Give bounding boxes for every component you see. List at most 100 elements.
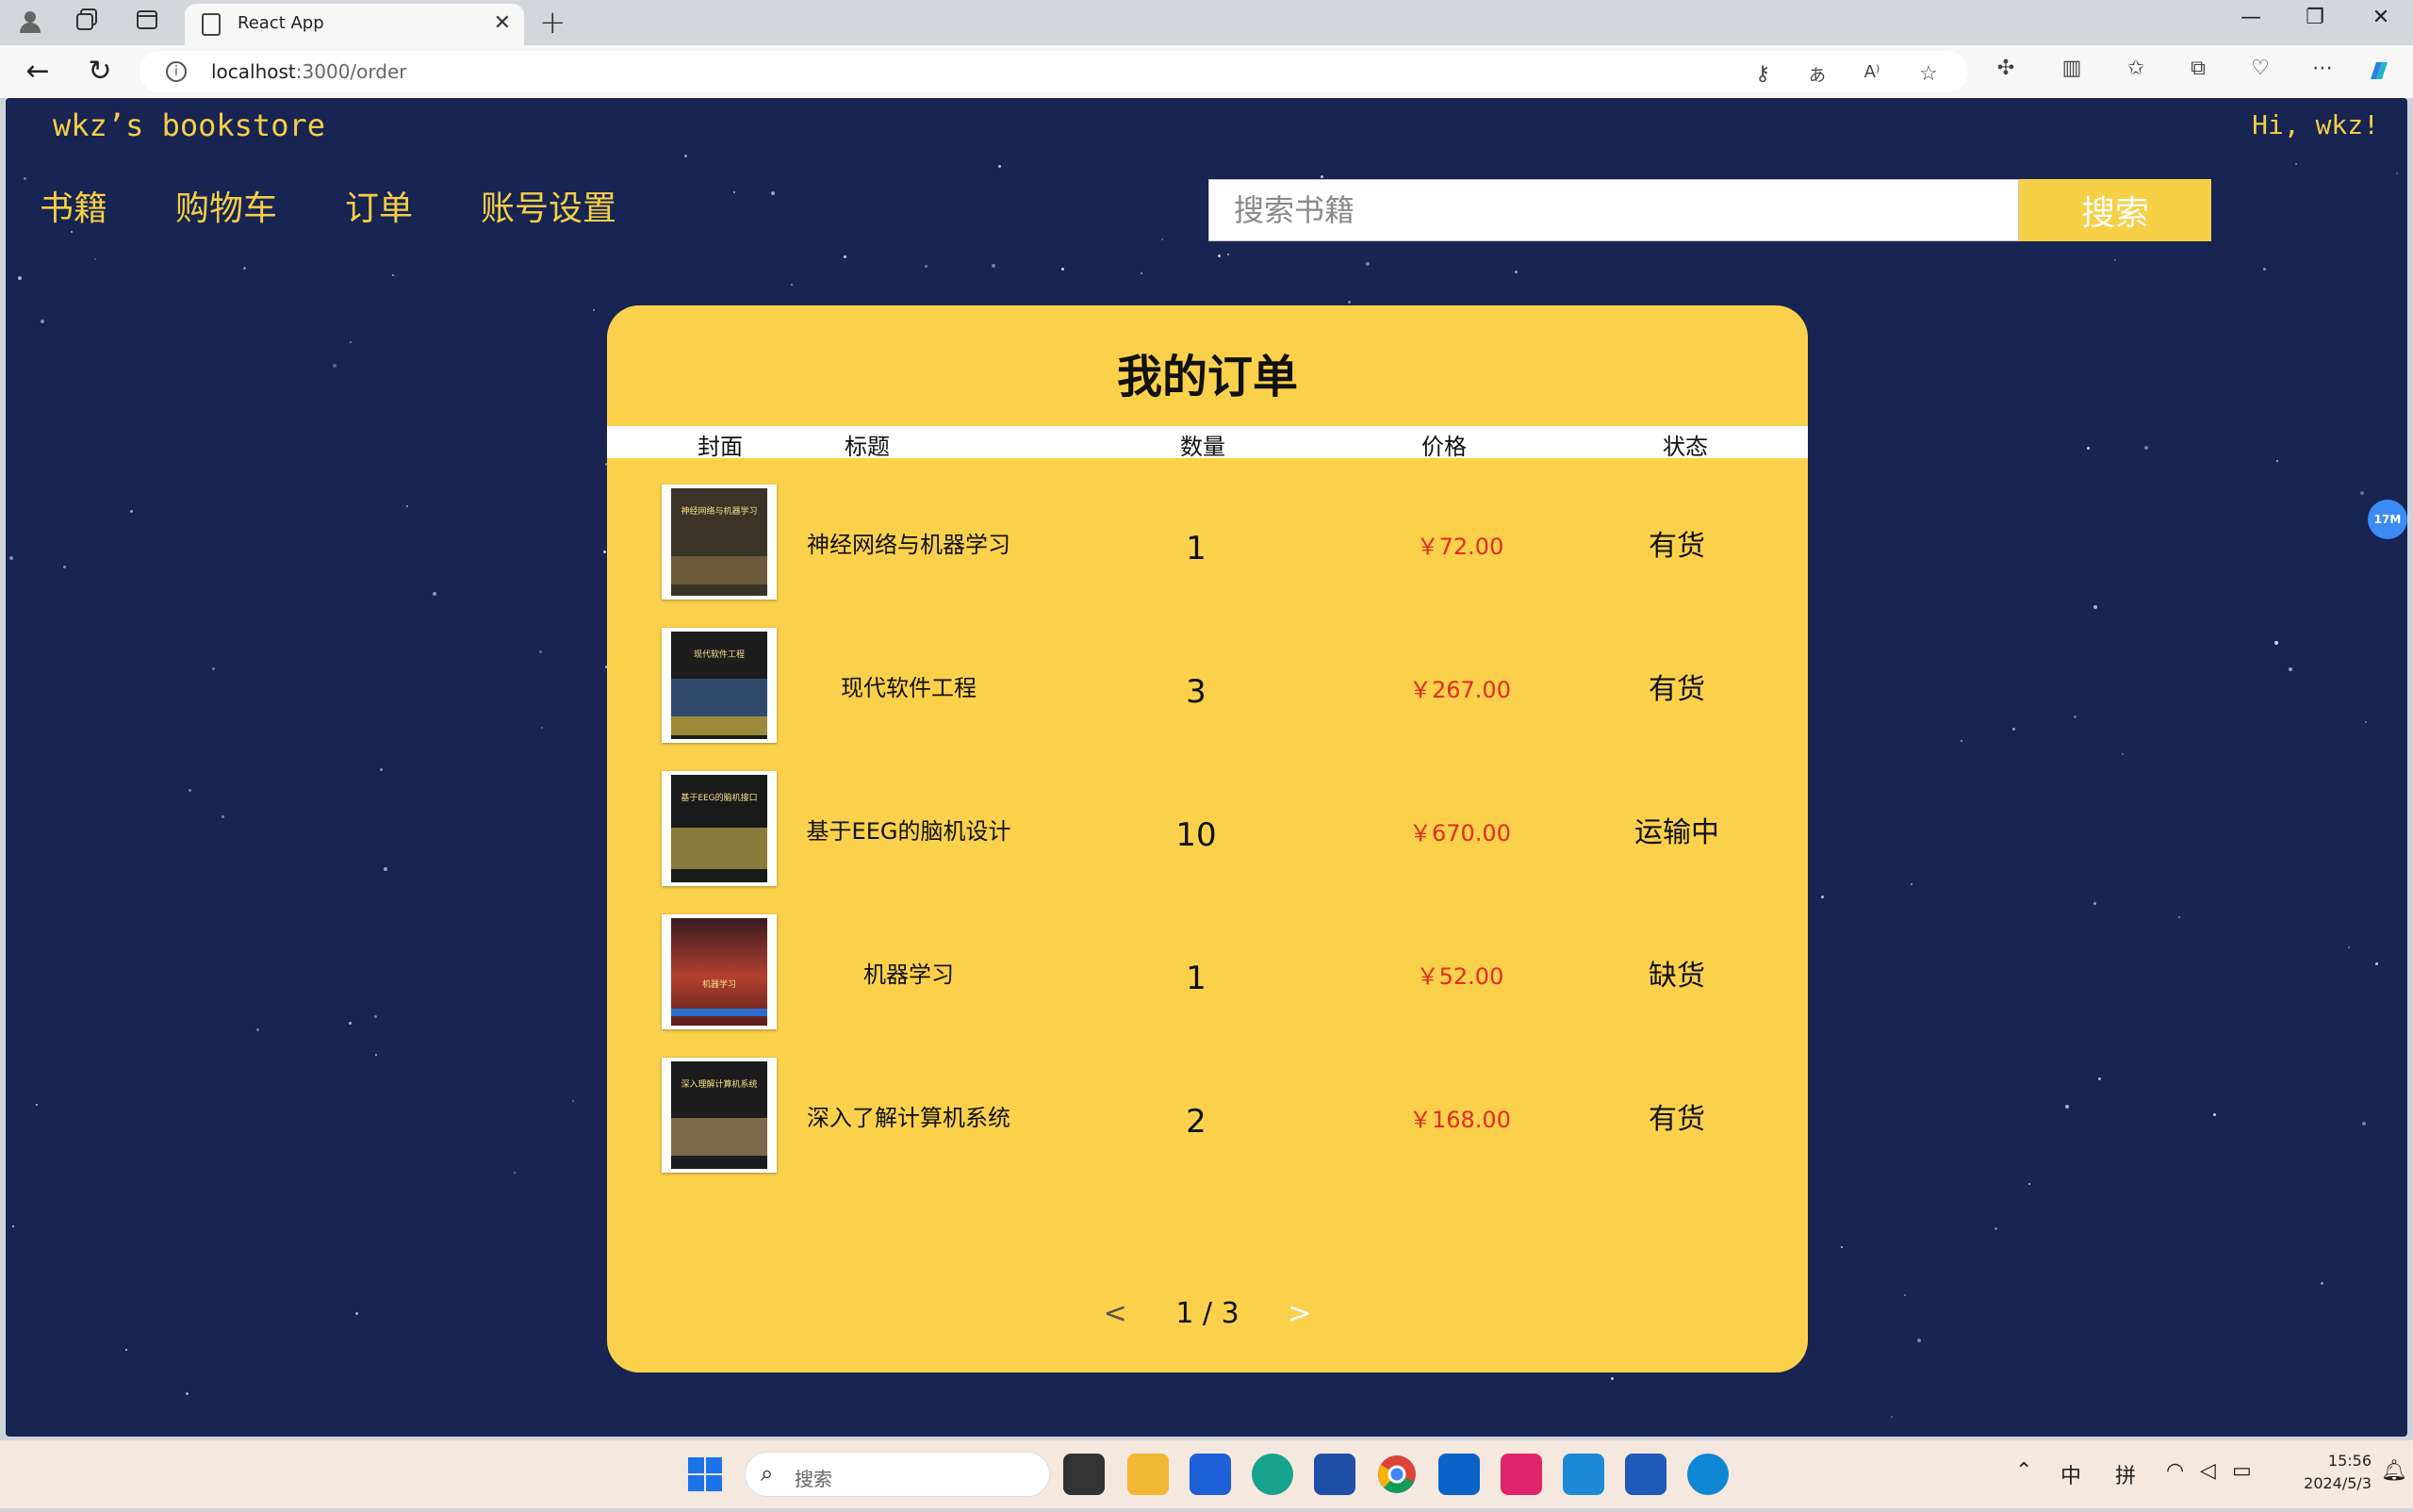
star — [2178, 916, 2180, 918]
book-title[interactable]: 深入了解计算机系统 — [786, 1099, 1031, 1132]
address-bar[interactable]: i localhost:3000/order ⚷ あ A⁾ ☆ — [140, 51, 1968, 92]
star — [2289, 667, 2292, 671]
back-icon[interactable]: ← — [19, 55, 57, 88]
page-indicator: 1 / 3 — [1175, 1297, 1239, 1330]
chrome-icon[interactable] — [1376, 1454, 1418, 1495]
status: 有货 — [1649, 1103, 1705, 1136]
star — [2276, 460, 2278, 462]
new-tab-icon[interactable]: + — [539, 4, 566, 41]
notification-bell-icon[interactable]: 🔔︎ — [2381, 1459, 2407, 1483]
book-title[interactable]: 基于EEG的脑机设计 — [786, 813, 1031, 846]
book-cover[interactable]: 现代软件工程 — [662, 628, 777, 743]
wifi-icon[interactable]: ◠ — [2166, 1459, 2184, 1483]
book-search-input[interactable] — [1208, 179, 2019, 241]
browser-tab-active[interactable]: React App ✕ — [185, 4, 524, 45]
favorites-icon[interactable]: ✩ — [2121, 57, 2151, 80]
more-menu-icon[interactable]: ⋯ — [2307, 57, 2338, 80]
copilot-icon[interactable] — [2364, 57, 2394, 90]
star — [2362, 1122, 2366, 1126]
webstorm-icon[interactable] — [1563, 1454, 1604, 1495]
star — [94, 258, 96, 260]
order-row: 神经网络与机器学习 神经网络与机器学习 1 ￥72.00 有货 — [607, 485, 1808, 628]
star — [2098, 1077, 2101, 1080]
star — [1821, 896, 1824, 898]
ime-language[interactable]: 中 — [2060, 1459, 2081, 1489]
password-key-icon[interactable]: ⚷ — [1748, 62, 1778, 86]
clock-time: 15:56 — [2327, 1452, 2372, 1470]
star — [2213, 1113, 2216, 1116]
site-info-icon[interactable]: i — [166, 61, 187, 82]
defender-icon[interactable] — [1190, 1454, 1231, 1495]
file-explorer-icon[interactable] — [1127, 1454, 1169, 1495]
close-window-icon[interactable]: ✕ — [2362, 6, 2400, 29]
taskbar-search[interactable]: ⌕ 搜索 — [745, 1452, 1050, 1497]
nav-cart[interactable]: 购物车 — [175, 181, 277, 230]
book-cover[interactable]: 机器学习 — [662, 914, 777, 1029]
nav-books[interactable]: 书籍 — [40, 181, 107, 230]
split-screen-icon[interactable]: ▥ — [2057, 57, 2087, 80]
close-tab-icon[interactable]: ✕ — [494, 11, 511, 35]
star — [71, 231, 73, 233]
star — [1061, 268, 1064, 271]
star — [384, 867, 387, 871]
edge-icon[interactable] — [1687, 1454, 1729, 1495]
col-status: 状态 — [1663, 434, 1708, 460]
star — [374, 1015, 377, 1018]
extension-badge[interactable]: 17M — [2368, 500, 2407, 539]
star — [1917, 1339, 1921, 1342]
book-title[interactable]: 现代软件工程 — [786, 669, 1031, 702]
book-title[interactable]: 机器学习 — [786, 956, 1031, 989]
star — [2093, 902, 2096, 905]
battery-icon[interactable]: ▭ — [2232, 1459, 2252, 1483]
brand-logo-text[interactable]: wkz’s bookstore — [53, 107, 325, 143]
refresh-icon[interactable]: ↻ — [81, 55, 119, 88]
favorite-star-icon[interactable]: ☆ — [1913, 62, 1944, 86]
quantity: 2 — [1186, 1103, 1206, 1141]
intellij-icon[interactable] — [1501, 1454, 1542, 1495]
price: ￥52.00 — [1416, 963, 1504, 990]
orders-title: 我的订单 — [1116, 351, 1298, 403]
profile-icon[interactable] — [15, 8, 45, 38]
windows-start-icon[interactable] — [688, 1457, 722, 1491]
book-title[interactable]: 神经网络与机器学习 — [786, 526, 1031, 559]
star — [186, 1392, 189, 1395]
word-icon[interactable] — [1625, 1454, 1666, 1495]
extensions-icon[interactable]: ✣ — [1991, 57, 2021, 80]
nav-orders[interactable]: 订单 — [345, 181, 413, 230]
restore-icon[interactable]: ❐ — [2296, 6, 2334, 29]
ime-mode[interactable]: 拼 — [2115, 1459, 2136, 1489]
browser-essentials-icon[interactable]: ♡ — [2245, 57, 2275, 80]
star — [256, 1028, 259, 1031]
star — [733, 191, 735, 193]
workspaces-icon[interactable] — [72, 8, 102, 38]
search-button[interactable]: 搜索 — [2019, 179, 2211, 241]
tab-actions-icon[interactable] — [132, 8, 162, 38]
tray-overflow-icon[interactable]: ⌃ — [2015, 1459, 2032, 1483]
star — [222, 815, 224, 818]
star — [36, 1104, 38, 1106]
volume-icon[interactable]: ◁ — [2200, 1459, 2216, 1483]
translate-icon[interactable]: あ — [1802, 62, 1832, 87]
outlook-icon[interactable] — [1438, 1454, 1480, 1495]
minimize-icon[interactable]: — — [2232, 6, 2270, 29]
nav-account-settings[interactable]: 账号设置 — [481, 181, 616, 230]
star — [2321, 1282, 2323, 1285]
prev-page-button[interactable]: < — [1104, 1297, 1127, 1330]
star — [2375, 962, 2378, 965]
book-cover[interactable]: 神经网络与机器学习 — [662, 485, 777, 600]
clock[interactable]: 15:56 2024/5/3 — [2258, 1450, 2372, 1495]
book-cover[interactable]: 基于EEG的脑机接口 — [662, 771, 777, 886]
star — [125, 1349, 127, 1351]
star — [392, 274, 394, 276]
store-icon[interactable] — [1314, 1454, 1355, 1495]
book-cover[interactable]: 深入理解计算机系统 — [662, 1058, 777, 1173]
task-view-icon[interactable] — [1063, 1454, 1105, 1495]
next-page-button[interactable]: > — [1288, 1297, 1311, 1330]
collections-icon[interactable]: ⧉ — [2183, 57, 2213, 80]
star — [2365, 721, 2367, 723]
url-text[interactable]: localhost:3000/order — [211, 60, 407, 83]
star — [1841, 1246, 1843, 1248]
read-aloud-icon[interactable]: A⁾ — [1857, 62, 1887, 82]
edge-dev-icon[interactable] — [1252, 1454, 1293, 1495]
user-greeting: Hi, wkz! — [2252, 109, 2379, 140]
